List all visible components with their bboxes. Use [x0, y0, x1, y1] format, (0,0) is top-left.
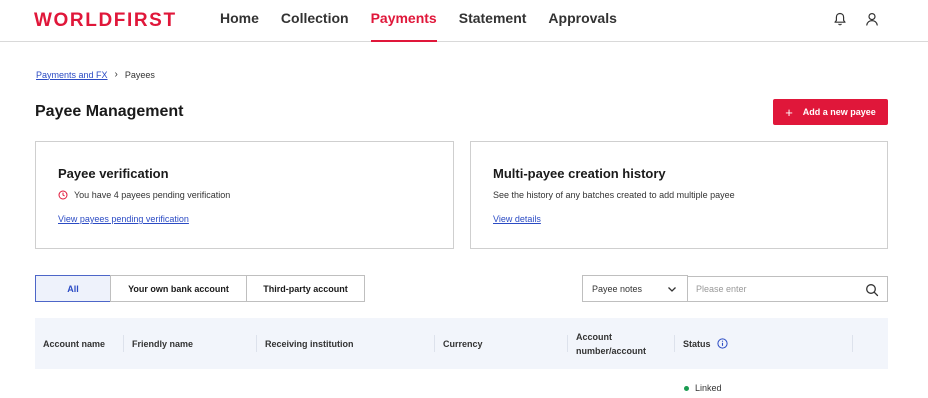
nav-home[interactable]: Home — [220, 0, 259, 42]
payee-verification-card: Payee verification You have 4 payees pen… — [35, 141, 454, 249]
page-title: Payee Management — [35, 103, 184, 120]
column-divider — [434, 335, 435, 352]
plus-icon: + — [785, 104, 793, 120]
column-status: Status — [683, 318, 728, 369]
column-divider — [256, 335, 257, 352]
status-badge: Linked — [684, 383, 722, 393]
payee-table-header: Account name Friendly name Receiving ins… — [35, 318, 888, 369]
pending-verification-text: You have 4 payees pending verification — [74, 190, 231, 200]
info-icon[interactable] — [716, 338, 728, 349]
search-icon[interactable] — [865, 283, 879, 297]
column-divider — [674, 335, 675, 352]
breadcrumb-current: Payees — [124, 69, 155, 80]
add-new-payee-button[interactable]: + Add a new payee — [773, 99, 888, 125]
nav-payments[interactable]: Payments — [370, 0, 437, 42]
user-icon[interactable] — [864, 11, 880, 27]
column-divider — [567, 335, 568, 352]
column-divider — [123, 335, 124, 352]
bell-icon[interactable] — [832, 11, 848, 27]
breadcrumb-chevron-icon: › — [114, 69, 118, 80]
chevron-down-icon — [668, 287, 676, 292]
tab-own-bank-account[interactable]: Your own bank account — [110, 275, 247, 302]
view-pending-verification-link[interactable]: View payees pending verification — [58, 214, 189, 224]
main-nav: Home Collection Payments Statement Appro… — [220, 0, 639, 42]
tab-third-party-account[interactable]: Third-party account — [246, 275, 365, 302]
nav-collection[interactable]: Collection — [281, 0, 349, 42]
search-box — [688, 276, 888, 302]
multi-payee-history-title: Multi-payee creation history — [493, 166, 666, 181]
search-input[interactable] — [688, 284, 848, 294]
clock-icon — [58, 190, 68, 200]
column-account-number: Account number/account — [576, 331, 647, 356]
nav-statement[interactable]: Statement — [459, 0, 527, 42]
add-new-payee-label: Add a new payee — [802, 107, 876, 117]
status-text: Linked — [695, 383, 722, 393]
tab-all[interactable]: All — [35, 275, 111, 302]
column-friendly-name: Friendly name — [132, 338, 194, 349]
payee-verification-desc: You have 4 payees pending verification — [58, 190, 230, 200]
linked-status-dot — [684, 385, 689, 391]
breadcrumb: Payments and FX › Payees — [36, 69, 155, 80]
column-account-name: Account name — [43, 338, 106, 349]
column-divider — [852, 335, 853, 352]
column-status-label: Status — [683, 338, 711, 349]
nav-approvals[interactable]: Approvals — [548, 0, 616, 42]
payee-verification-title: Payee verification — [58, 166, 169, 181]
payee-notes-select[interactable]: Payee notes — [582, 275, 688, 302]
breadcrumb-payments-and-fx[interactable]: Payments and FX — [36, 70, 108, 80]
column-receiving-institution: Receiving institution — [265, 338, 354, 349]
view-details-link[interactable]: View details — [493, 214, 541, 224]
payee-notes-select-value: Payee notes — [592, 283, 643, 294]
worldfirst-logo[interactable]: WORLDFIRST — [34, 10, 177, 32]
top-navigation-bar: WORLDFIRST Home Collection Payments Stat… — [0, 0, 928, 42]
multi-payee-history-card: Multi-payee creation history See the his… — [470, 141, 888, 249]
multi-payee-history-desc: See the history of any batches created t… — [493, 190, 735, 200]
column-currency: Currency — [443, 338, 483, 349]
